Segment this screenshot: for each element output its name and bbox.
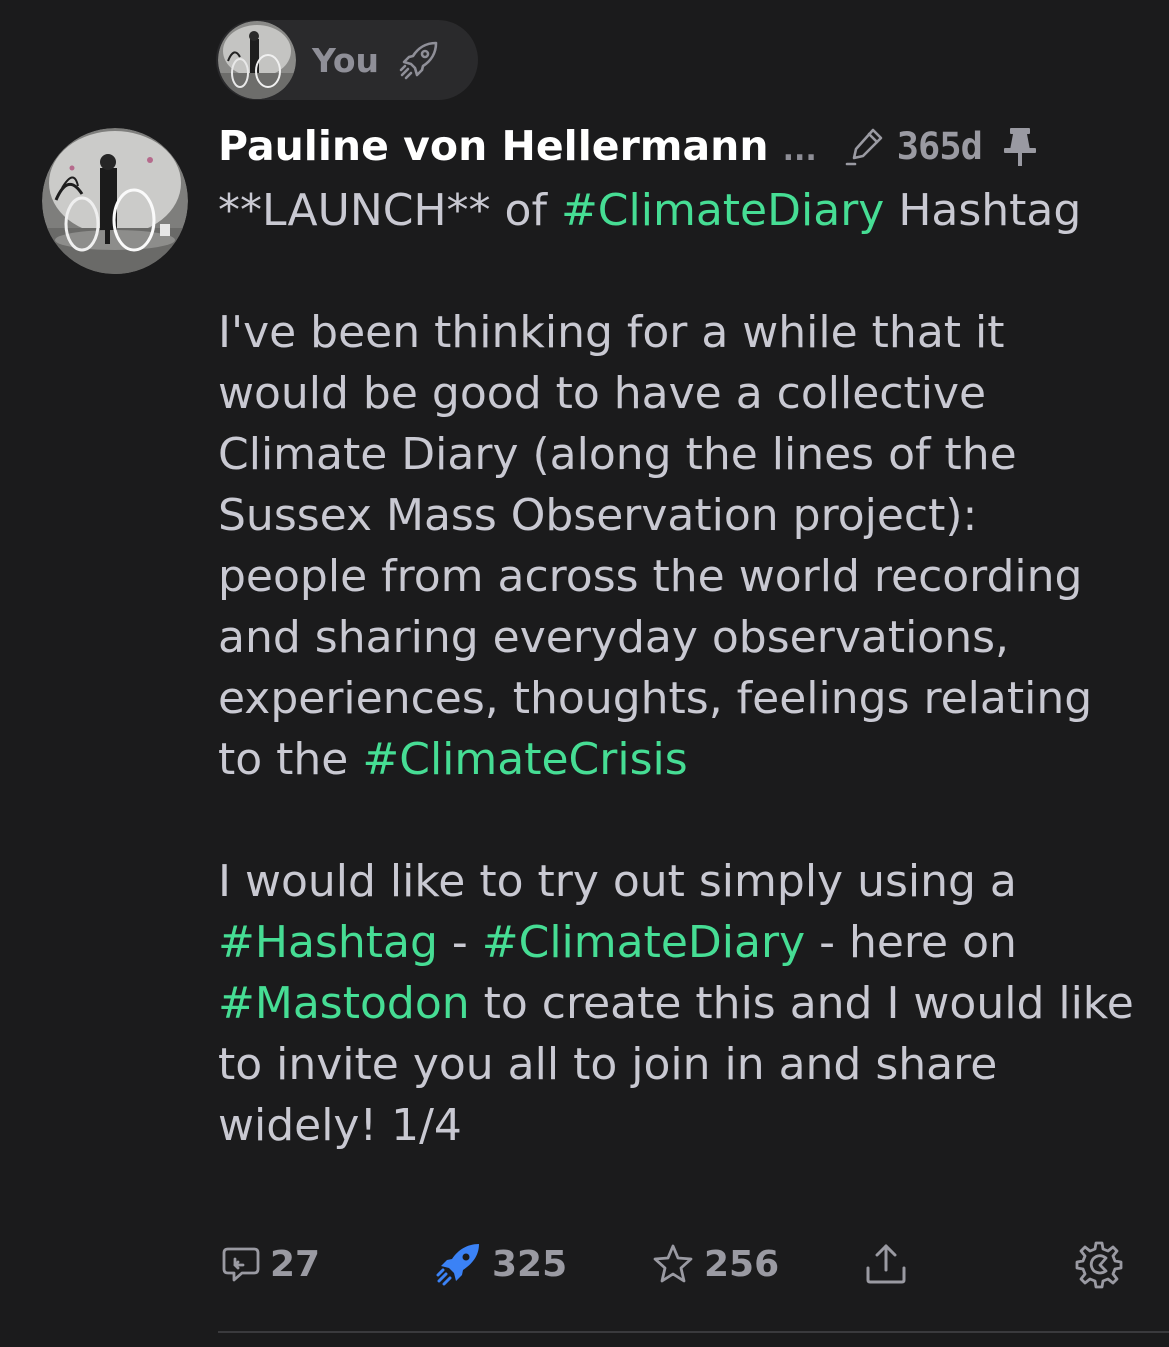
boost-button[interactable]: 325 [434, 1236, 567, 1292]
author-name[interactable]: Pauline von Hellermann [218, 122, 769, 170]
avatar[interactable] [218, 21, 296, 99]
boost-count: 325 [492, 1243, 568, 1285]
pencil-icon[interactable] [845, 124, 887, 168]
text-segment: - here on [805, 917, 1017, 968]
favourite-count: 256 [704, 1243, 780, 1285]
paragraph-intro: I've been thinking for a while that it w… [218, 302, 1138, 790]
hashtag-link[interactable]: #Mastodon [218, 978, 470, 1029]
hashtag-link[interactable]: #ClimateDiary [561, 185, 884, 236]
more-options-button[interactable] [1074, 1236, 1124, 1292]
paragraph-invite: I would like to try out simply using a #… [218, 851, 1138, 1156]
boosted-by-pill[interactable]: You [216, 20, 478, 100]
text-segment: I would like to try out simply using a [218, 856, 1017, 907]
post-action-bar: 27 325 256 [218, 1236, 1128, 1292]
text-segment: Hashtag [884, 185, 1082, 236]
rocket-icon [434, 1239, 484, 1289]
reply-button[interactable]: 27 [220, 1236, 320, 1292]
rocket-outline-icon [397, 38, 441, 82]
star-icon [650, 1241, 696, 1287]
author-avatar[interactable] [42, 128, 188, 274]
post-content: **LAUNCH** of #ClimateDiary Hashtag I've… [218, 180, 1138, 1156]
hashtag-link[interactable]: #Hashtag [218, 917, 438, 968]
boosted-by-label: You [312, 40, 380, 80]
gear-icon [1074, 1239, 1124, 1289]
text-segment: - [437, 917, 482, 968]
favourite-button[interactable]: 256 [650, 1236, 779, 1292]
paragraph-launch: **LAUNCH** of #ClimateDiary Hashtag [218, 180, 1138, 241]
hashtag-link[interactable]: #ClimateCrisis [362, 734, 687, 785]
pin-icon [1000, 124, 1040, 168]
text-segment: **LAUNCH** of [218, 185, 561, 236]
post-header: Pauline von Hellermann ... 365d [218, 118, 1128, 174]
share-icon [862, 1240, 910, 1288]
hashtag-link[interactable]: #ClimateDiary [482, 917, 805, 968]
name-truncation: ... [782, 132, 817, 168]
reply-count: 27 [270, 1243, 321, 1285]
text-segment: I've been thinking for a while that it w… [218, 307, 1093, 785]
post-divider [218, 1331, 1169, 1333]
post-timestamp[interactable]: 365d [897, 125, 983, 168]
reply-bubble-icon [220, 1243, 262, 1285]
share-button[interactable] [862, 1236, 910, 1292]
